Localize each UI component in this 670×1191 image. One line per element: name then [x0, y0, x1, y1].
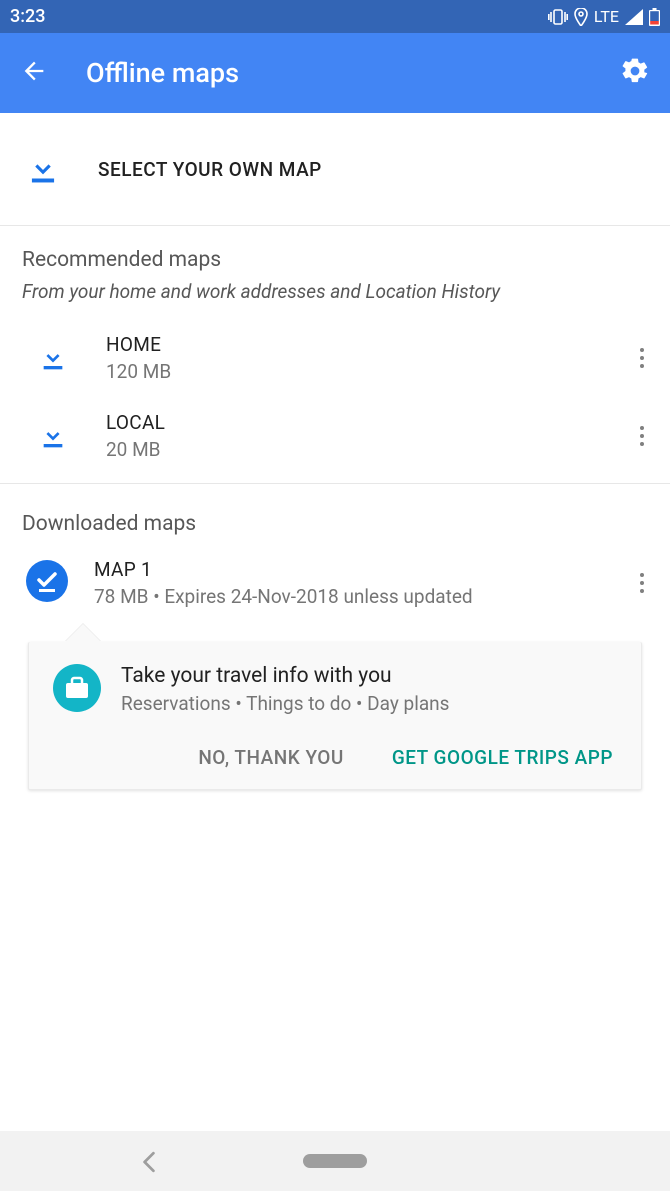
recommended-map-row[interactable]: HOME 120 MB — [0, 319, 670, 397]
gear-icon[interactable] — [620, 56, 650, 90]
recommended-title: Recommended maps — [22, 248, 648, 272]
promo-subtitle: Reservations • Things to do • Day plans — [121, 692, 449, 715]
download-icon — [30, 342, 76, 374]
downloaded-title: Downloaded maps — [22, 512, 648, 536]
downloaded-check-icon — [26, 560, 68, 606]
app-bar: Offline maps — [0, 33, 670, 113]
location-icon — [574, 8, 588, 26]
recommended-map-name: HOME — [106, 333, 171, 356]
recommended-map-size: 120 MB — [106, 360, 171, 383]
trips-promo-card: Take your travel info with you Reservati… — [28, 642, 642, 790]
more-options-button[interactable] — [628, 418, 656, 454]
download-icon — [20, 150, 66, 188]
signal-icon — [625, 9, 643, 25]
back-icon[interactable] — [20, 57, 48, 89]
download-icon — [30, 420, 76, 452]
status-bar: 3:23 LTE — [0, 0, 670, 33]
more-vert-icon — [640, 348, 644, 368]
promo-decline-button[interactable]: NO, THANK YOU — [194, 740, 347, 775]
more-options-button[interactable] — [628, 340, 656, 376]
battery-icon — [649, 8, 660, 26]
downloaded-section-header: Downloaded maps — [0, 484, 670, 536]
select-own-map-row[interactable]: SELECT YOUR OWN MAP — [0, 113, 670, 226]
recommended-map-row[interactable]: LOCAL 20 MB — [0, 397, 670, 475]
downloaded-map-name: MAP 1 — [94, 558, 473, 581]
promo-accept-button[interactable]: GET GOOGLE TRIPS APP — [388, 740, 617, 775]
recommended-map-name: LOCAL — [106, 411, 165, 434]
promo-title: Take your travel info with you — [121, 664, 449, 688]
suitcase-icon — [53, 664, 101, 716]
recommended-subtitle: From your home and work addresses and Lo… — [22, 280, 648, 303]
status-time: 3:23 — [10, 6, 45, 27]
select-own-map-label: SELECT YOUR OWN MAP — [98, 158, 322, 181]
more-vert-icon — [640, 426, 644, 446]
recommended-map-size: 20 MB — [106, 438, 165, 461]
more-vert-icon — [640, 573, 644, 593]
nav-back-icon[interactable] — [140, 1151, 158, 1177]
vibrate-icon — [548, 9, 568, 25]
more-options-button[interactable] — [628, 565, 656, 601]
system-nav-bar — [0, 1131, 670, 1191]
network-label: LTE — [594, 7, 619, 26]
nav-home-pill[interactable] — [303, 1154, 367, 1168]
recommended-section-header: Recommended maps From your home and work… — [0, 226, 670, 303]
page-title: Offline maps — [86, 57, 239, 89]
downloaded-map-detail: 78 MB • Expires 24-Nov-2018 unless updat… — [94, 585, 473, 608]
downloaded-map-row[interactable]: MAP 1 78 MB • Expires 24-Nov-2018 unless… — [0, 536, 670, 608]
